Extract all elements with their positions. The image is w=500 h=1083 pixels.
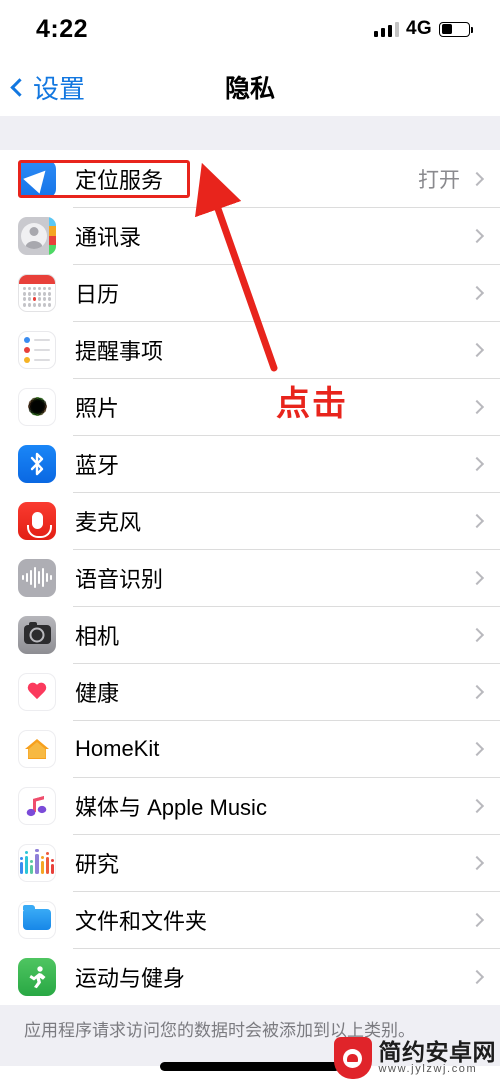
photos-icon (18, 387, 56, 426)
row-accessory (469, 513, 485, 528)
row-label: 语音识别 (75, 566, 164, 592)
chevron-right-icon (469, 513, 485, 528)
row-label: HomeKit (75, 735, 160, 761)
row-accessory (469, 342, 485, 357)
chevron-right-icon (469, 855, 485, 870)
home-indicator (160, 1062, 340, 1071)
chevron-right-icon (469, 399, 485, 414)
settings-row-homekit[interactable]: HomeKit (0, 720, 500, 777)
settings-row-research[interactable]: 研究 (0, 834, 500, 891)
row-accessory (469, 684, 485, 699)
row-accessory (469, 456, 485, 471)
health-icon (18, 672, 56, 711)
settings-row-location-services[interactable]: 定位服务 打开 (0, 150, 500, 207)
chevron-right-icon (469, 570, 485, 585)
row-label: 日历 (75, 281, 120, 307)
section-gap (0, 116, 500, 150)
chevron-right-icon (469, 912, 485, 927)
settings-row-files[interactable]: 文件和文件夹 (0, 891, 500, 948)
row-accessory (469, 798, 485, 813)
row-accessory (469, 627, 485, 642)
row-value: 打开 (418, 168, 460, 192)
chevron-right-icon (469, 798, 485, 813)
research-icon (18, 843, 56, 882)
status-indicators: 4G (373, 18, 473, 40)
row-accessory (469, 969, 485, 984)
settings-row-photos[interactable]: 照片 (0, 378, 500, 435)
settings-list[interactable]: 定位服务 打开 通讯录 日历 提醒事项 照片 蓝牙 麦克风 语音识别 相机 健康… (0, 116, 500, 1083)
row-accessory (469, 912, 485, 927)
status-bar: 4:22 4G (0, 0, 500, 58)
row-label: 照片 (75, 395, 120, 421)
bluetooth-icon (18, 444, 56, 483)
row-label: 媒体与 Apple Music (75, 794, 267, 820)
signal-bars-icon (373, 21, 400, 37)
carrier-label: 4G (406, 18, 432, 39)
row-accessory (469, 285, 485, 300)
chevron-right-icon (469, 627, 485, 642)
navigation-bar: 设置 隐私 (0, 58, 500, 116)
chevron-right-icon (469, 171, 485, 186)
row-accessory (469, 855, 485, 870)
fitness-icon (18, 957, 56, 996)
settings-row-reminders[interactable]: 提醒事项 (0, 321, 500, 378)
back-button[interactable]: 设置 (10, 69, 86, 106)
settings-row-health[interactable]: 健康 (0, 663, 500, 720)
row-accessory (469, 741, 485, 756)
chevron-right-icon (469, 741, 485, 756)
chevron-right-icon (469, 684, 485, 699)
calendar-icon (18, 273, 56, 312)
microphone-icon (18, 501, 56, 540)
row-label: 健康 (75, 680, 120, 706)
contacts-icon (18, 216, 56, 255)
chevron-right-icon (469, 342, 485, 357)
apple-music-icon (18, 786, 56, 825)
row-label: 通讯录 (75, 224, 142, 250)
watermark: 简约安卓网 www.jylzwj.com (333, 1037, 497, 1079)
camera-icon (18, 615, 56, 654)
privacy-categories-section: 定位服务 打开 通讯录 日历 提醒事项 照片 蓝牙 麦克风 语音识别 相机 健康… (0, 150, 500, 1005)
chevron-right-icon (469, 228, 485, 243)
battery-icon (439, 21, 473, 37)
row-accessory (469, 399, 485, 414)
settings-row-apple-music[interactable]: 媒体与 Apple Music (0, 777, 500, 834)
chevron-left-icon (10, 77, 29, 97)
watermark-site-url: www.jylzwj.com (378, 1063, 478, 1076)
row-label: 分析与改进 (24, 1078, 134, 1083)
chevron-right-icon (469, 285, 485, 300)
files-icon (18, 900, 56, 939)
settings-row-contacts[interactable]: 通讯录 (0, 207, 500, 264)
chevron-right-icon (469, 456, 485, 471)
status-time: 4:22 (36, 14, 89, 43)
android-shield-icon (333, 1037, 372, 1079)
row-label: 定位服务 (75, 167, 164, 193)
settings-row-fitness[interactable]: 运动与健身 (0, 948, 500, 1005)
row-label: 研究 (75, 851, 120, 877)
speech-recognition-icon (18, 558, 56, 597)
settings-row-bluetooth[interactable]: 蓝牙 (0, 435, 500, 492)
row-label: 蓝牙 (75, 452, 120, 478)
settings-row-microphone[interactable]: 麦克风 (0, 492, 500, 549)
row-label: 提醒事项 (75, 338, 164, 364)
chevron-right-icon (469, 969, 485, 984)
row-label: 运动与健身 (75, 965, 186, 991)
back-button-label: 设置 (33, 73, 86, 104)
row-accessory (469, 228, 485, 243)
reminders-icon (18, 330, 56, 369)
phone-screen: 4:22 4G 设置 隐私 定位服务 打开 通讯录 日历 提醒事项 照片 蓝牙 … (0, 0, 500, 1083)
row-label: 麦克风 (75, 509, 142, 535)
row-label: 文件和文件夹 (75, 908, 208, 934)
row-accessory (469, 570, 485, 585)
homekit-icon (18, 729, 56, 768)
settings-row-camera[interactable]: 相机 (0, 606, 500, 663)
row-label: 相机 (75, 623, 120, 649)
watermark-site-name: 简约安卓网 (378, 1039, 496, 1066)
settings-row-speech-recognition[interactable]: 语音识别 (0, 549, 500, 606)
settings-row-calendar[interactable]: 日历 (0, 264, 500, 321)
location-services-icon (18, 159, 56, 198)
row-accessory: 打开 (418, 164, 485, 194)
